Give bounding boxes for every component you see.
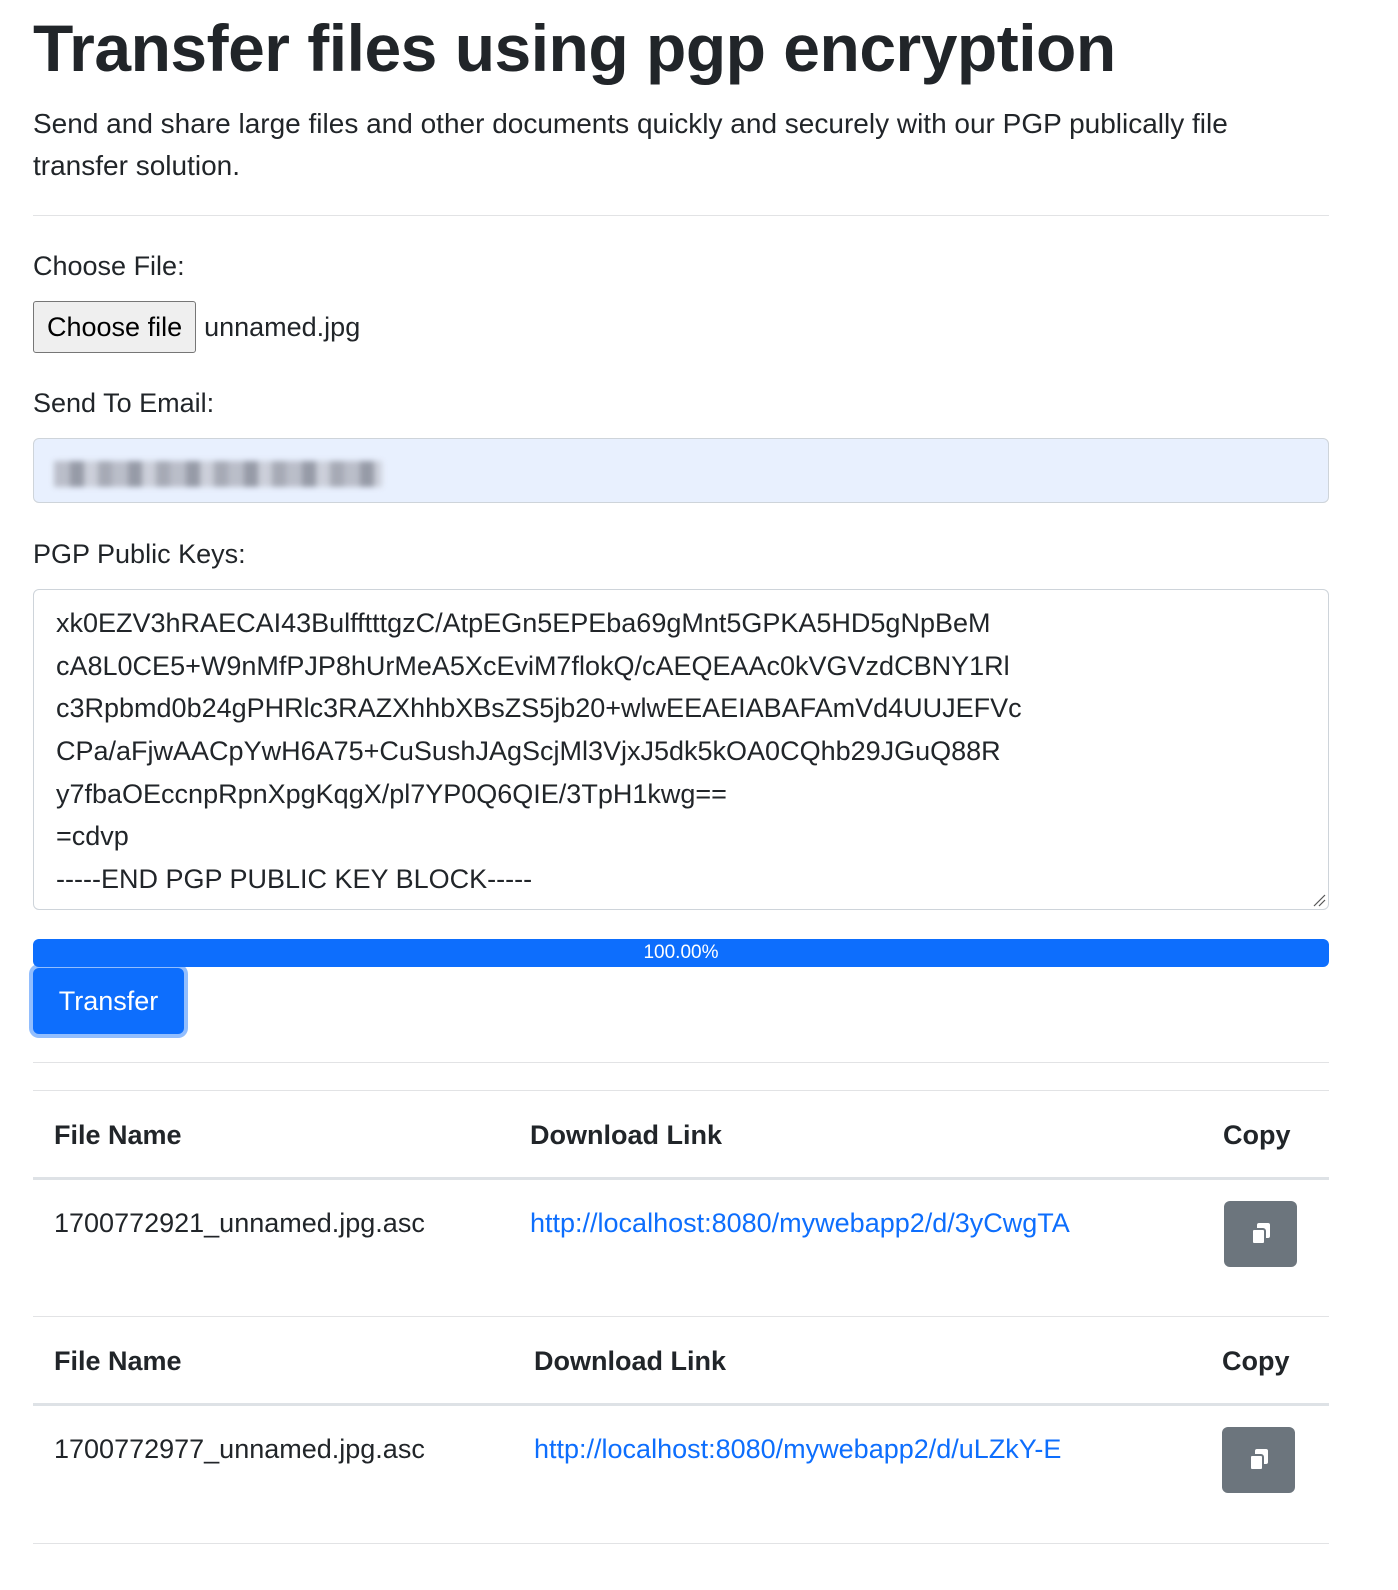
choose-file-button[interactable]: Choose file (33, 301, 197, 353)
table-header-border (33, 1403, 1329, 1406)
result-file-name: 1700772977_unnamed.jpg.asc (54, 1434, 425, 1464)
keys-line: y7fbaOEccnpRpnXpgKqgX/pl7YP0Q6QIE/3TpH1k… (56, 779, 727, 809)
copy-icon (1248, 1449, 1268, 1471)
email-label: Send To Email: (33, 388, 215, 418)
table-bottom-border (33, 1316, 1329, 1317)
copy-link-button[interactable] (1224, 1201, 1297, 1267)
resize-grip-icon[interactable] (1310, 891, 1326, 907)
download-link[interactable]: http://localhost:8080/mywebapp2/d/uLZkY-… (534, 1434, 1061, 1465)
email-field[interactable] (33, 438, 1329, 503)
column-header-file-name: File Name (54, 1120, 182, 1150)
keys-line: cA8L0CE5+W9nMfPJP8hUrMeA5XcEviM7flokQ/cA… (56, 651, 1010, 681)
upload-progress-bar: 100.00% (33, 939, 1329, 967)
keys-line: -----END PGP PUBLIC KEY BLOCK----- (56, 864, 533, 894)
upload-progress: 100.00% (33, 939, 1329, 967)
copy-icon (1250, 1223, 1270, 1245)
result-file-name: 1700772921_unnamed.jpg.asc (54, 1208, 425, 1238)
column-header-download-link: Download Link (534, 1346, 726, 1376)
file-label: Choose File: (33, 251, 185, 281)
keys-line: CPa/aFjwAACpYwH6A75+CuSushJAgScjMl3VjxJ5… (56, 736, 1001, 766)
keys-line: xk0EZV3hRAECAI43BulfftttgzC/AtpEGn5EPEba… (56, 608, 991, 638)
redacted-email-value (54, 461, 382, 487)
column-header-copy: Copy (1222, 1346, 1290, 1376)
column-header-file-name: File Name (54, 1346, 182, 1376)
table-top-border (33, 1090, 1329, 1091)
pgp-keys-textarea[interactable]: xk0EZV3hRAECAI43BulfftttgzC/AtpEGn5EPEba… (33, 589, 1329, 910)
divider (33, 215, 1329, 216)
transfer-button[interactable]: Transfer (33, 968, 184, 1034)
keys-line: c3Rpbmd0b24gPHRlc3RAZXhhbXBsZS5jb20+wlwE… (56, 693, 1022, 723)
file-input[interactable]: Choose file unnamed.jpg (33, 301, 360, 353)
column-header-copy: Copy (1223, 1120, 1291, 1150)
table-bottom-border (33, 1543, 1329, 1544)
copy-link-button[interactable] (1222, 1427, 1295, 1493)
table-header-border (33, 1177, 1329, 1180)
column-header-download-link: Download Link (530, 1120, 722, 1150)
download-link[interactable]: http://localhost:8080/mywebapp2/d/3yCwgT… (530, 1208, 1070, 1239)
keys-line: =cdvp (56, 821, 129, 851)
keys-label: PGP Public Keys: (33, 539, 246, 569)
page-lead: Send and share large files and other doc… (33, 108, 1228, 181)
divider (33, 1062, 1329, 1063)
page-title: Transfer files using pgp encryption (33, 11, 1116, 85)
selected-file-name: unnamed.jpg (204, 311, 361, 342)
